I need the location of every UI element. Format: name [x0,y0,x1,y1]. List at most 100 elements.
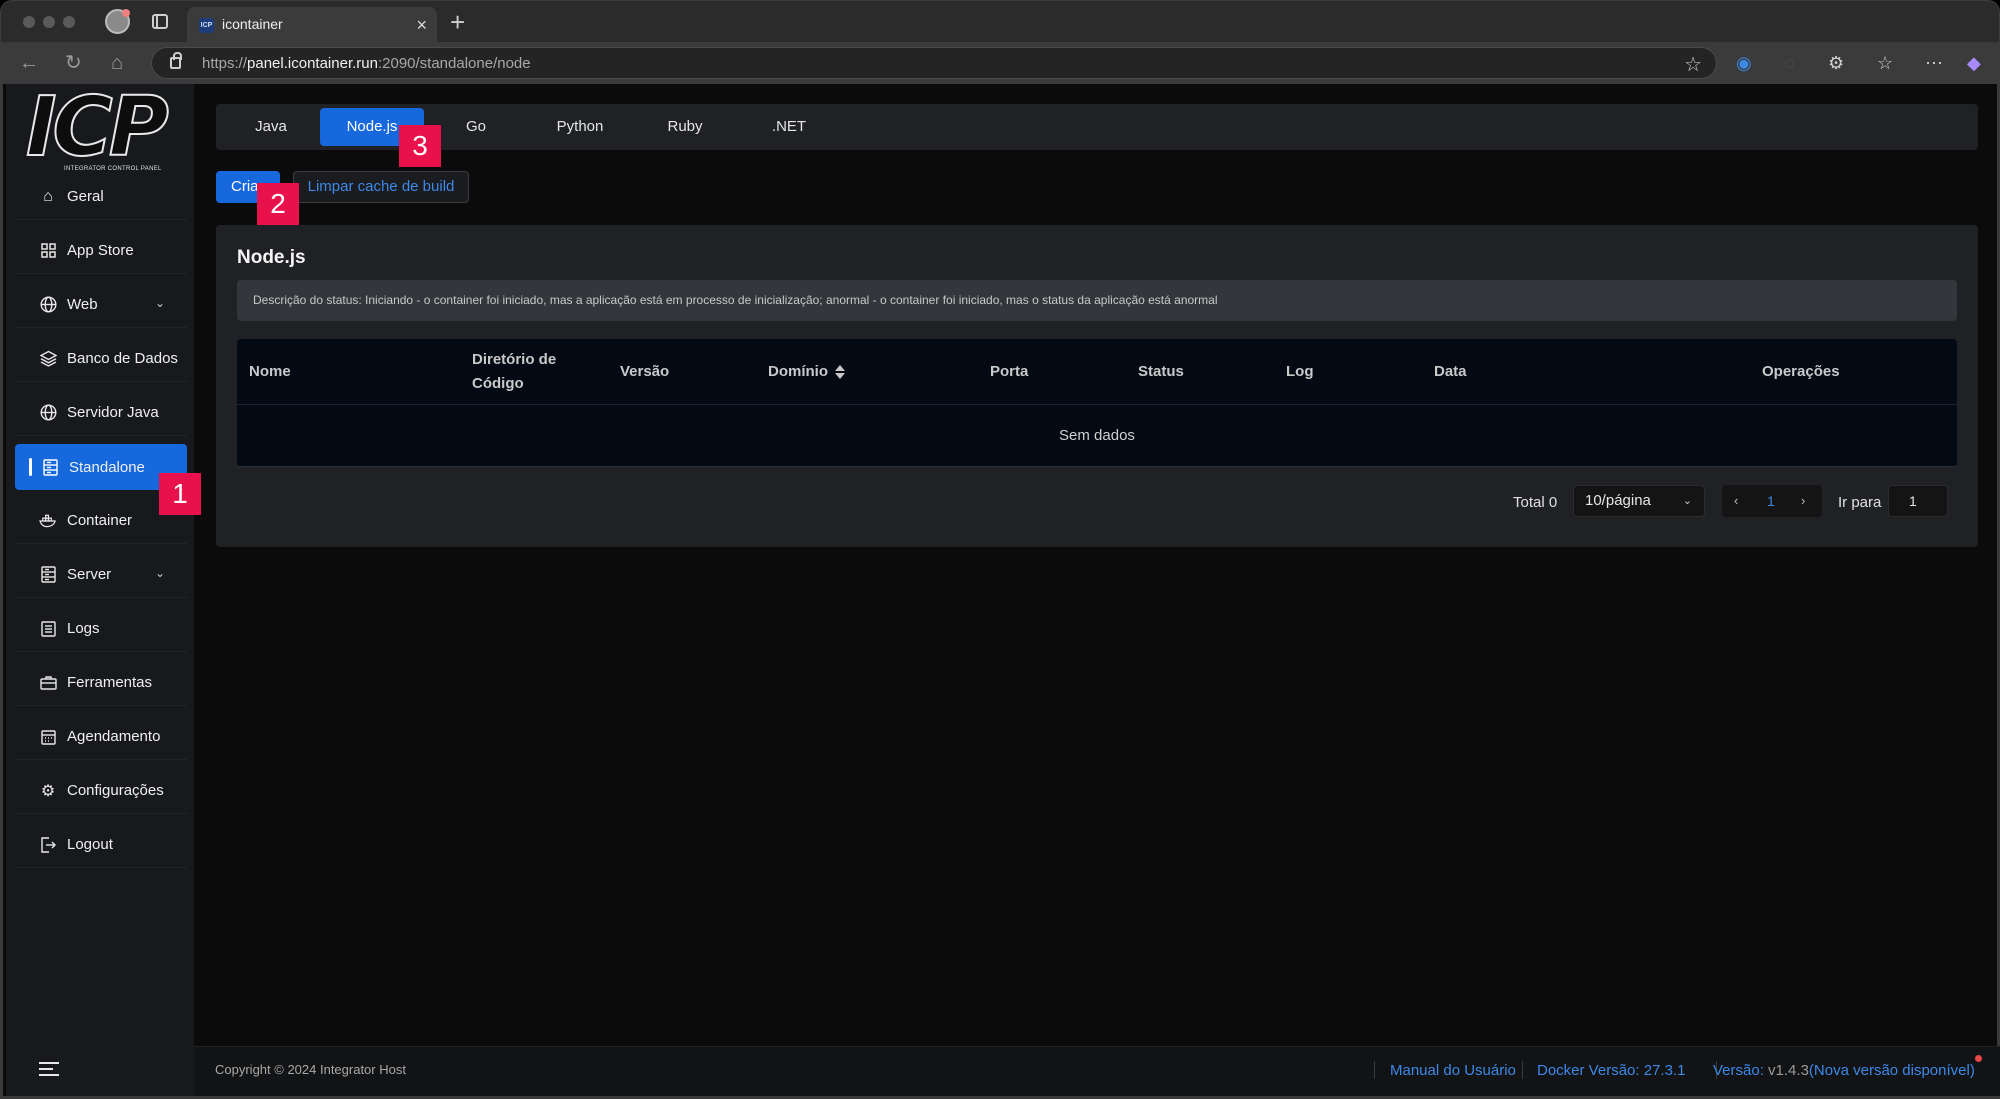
sidebar-item-app-store[interactable]: App Store [15,228,187,274]
sidebar-item-label: Configurações [67,782,164,799]
status-description: Descrição do status: Iniciando - o conta… [237,280,1957,321]
new-tab-icon[interactable]: + [450,7,465,37]
sidebar-item-logs[interactable]: Logs [15,606,187,652]
sidebar-item-label: Server [67,566,112,583]
sidebar-item-server[interactable]: Server ⌄ [15,552,187,598]
sidebar-item-label: Servidor Java [67,404,159,421]
tab-python[interactable]: Python [528,108,632,146]
sidebar: ICP INTEGRATOR CONTROL PANEL ⌂ Geral App… [6,79,194,1096]
column-header-dominio[interactable]: Domínio [768,339,888,404]
address-bar[interactable]: https://panel.icontainer.run:2090/standa… [151,47,1717,79]
column-header-status: Status [1138,362,1184,380]
column-header-data: Data [1434,362,1467,380]
column-header-operacoes: Operações [1762,362,1840,380]
reload-icon[interactable]: ↻ [65,51,82,75]
globe-icon [39,404,57,422]
docker-version-link[interactable]: Docker Versão: 27.3.1 [1537,1062,1685,1079]
copilot-icon[interactable]: ◆ [1967,52,1981,74]
sidebar-item-label: Standalone [69,458,145,476]
user-manual-link[interactable]: Manual do Usuário [1390,1062,1516,1079]
update-notification-dot [1975,1055,1982,1062]
sidebar-item-label: Container [67,512,133,529]
page-size-select[interactable]: 10/página ⌄ [1573,485,1705,517]
sidebar-item-label: Logout [67,836,113,853]
app-window: ICP INTEGRATOR CONTROL PANEL ⌂ Geral App… [0,79,2000,1099]
extensions-icon[interactable]: ⚙ [1828,52,1844,74]
favorites-icon[interactable]: ☆ [1877,52,1893,74]
annotation-badge-2: 2 [257,183,299,225]
language-tabs: Java Node.js Go Python Ruby .NET [216,104,1978,150]
column-header-log: Log [1286,362,1314,380]
footer: Copyright © 2024 Integrator Host Manual … [194,1046,2000,1096]
browser-tab[interactable]: ICP icontainer × [187,7,437,43]
clear-build-cache-button[interactable]: Limpar cache de build [293,171,469,203]
globe-icon [39,296,57,314]
column-header-dominio-label: Domínio [768,362,828,380]
sidebar-item-geral[interactable]: ⌂ Geral [15,174,187,220]
sidebar-item-label: Banco de Dados [67,350,178,367]
prev-page-icon[interactable]: ‹ [1734,485,1738,517]
tab-close-icon[interactable]: × [416,13,427,37]
sidebar-item-logout[interactable]: Logout [15,822,187,868]
column-header-porta: Porta [990,362,1029,380]
list-icon [39,620,57,638]
grid-icon [39,242,57,260]
next-page-icon[interactable]: › [1801,485,1805,517]
logout-icon [39,836,57,854]
sidebar-item-label: Web [67,296,98,313]
sidebar-item-configuracoes[interactable]: ⚙ Configurações [15,768,187,814]
sidebar-item-label: Logs [67,620,100,637]
sidebar-item-banco-de-dados[interactable]: Banco de Dados [15,336,187,382]
page-size-value: 10/página [1585,492,1651,509]
more-options-icon[interactable]: ⋯ [1925,52,1943,74]
url-text[interactable]: https://panel.icontainer.run:2090/standa… [202,55,531,72]
browser-tab-bar: ICP icontainer × + [0,0,2000,43]
tab-ruby[interactable]: Ruby [633,108,737,146]
window-close-dot[interactable] [23,16,35,28]
pagination-total: Total 0 [1513,494,1558,511]
window-zoom-dot[interactable] [63,16,75,28]
lock-icon[interactable] [170,52,182,69]
tab-java[interactable]: Java [219,108,323,146]
sidebar-item-agendamento[interactable]: Agendamento [15,714,187,760]
home-icon[interactable]: ⌂ [111,51,123,75]
gear-icon: ⚙ [40,782,56,800]
home-icon: ⌂ [43,187,53,205]
sidebar-item-ferramentas[interactable]: Ferramentas [15,660,187,706]
chevron-down-icon: ⌄ [1682,495,1692,507]
sidebar-item-servidor-java[interactable]: Servidor Java [15,390,187,436]
back-icon[interactable]: ← [19,51,39,75]
chevron-down-icon: ⌄ [154,296,165,310]
collapse-menu-icon[interactable] [39,1062,59,1078]
favorite-star-icon[interactable]: ☆ [1684,52,1702,77]
sidebar-item-label: Geral [67,188,104,205]
pagination: ‹ 1 › [1722,485,1822,517]
sidebar-item-label: Agendamento [67,728,161,745]
logo-mark: ICP [25,79,170,176]
goto-page-input[interactable]: 1 [1888,485,1948,517]
empty-state-text: Sem dados [237,405,1957,467]
toolbox-icon [39,674,57,692]
page-number-current[interactable]: 1 [1767,485,1775,517]
nodejs-card: Node.js Descrição do status: Iniciando -… [216,225,1978,547]
browser-toolbar: ← ↻ ⌂ https://panel.icontainer.run:2090/… [0,42,2000,84]
docker-icon [39,512,57,530]
panel-version[interactable]: Versão: v1.4.3(Nova versão disponível) [1713,1062,1975,1079]
logo: ICP INTEGRATOR CONTROL PANEL [20,79,190,176]
copyright-text: Copyright © 2024 Integrator Host [215,1062,406,1077]
logo-subtitle: INTEGRATOR CONTROL PANEL [64,166,162,172]
column-header-nome: Nome [249,362,291,380]
sort-icon[interactable] [835,364,845,379]
tab-dotnet[interactable]: .NET [737,108,841,146]
extension-disabled-icon[interactable]: ◌ [1784,52,1795,74]
apps-table: Nome Diretório de Código Versão Domínio … [237,339,1957,467]
goto-label: Ir para [1838,494,1882,511]
sidebar-item-web[interactable]: Web ⌄ [15,282,187,328]
sidebar-item-label: Ferramentas [67,674,153,691]
extension-sync-icon[interactable]: ◉ [1736,52,1752,74]
favicon-icon: ICP [199,18,214,33]
footer-divider [1374,1061,1375,1079]
window-minimize-dot[interactable] [43,16,55,28]
tab-actions-icon[interactable] [152,14,168,29]
chevron-down-icon: ⌄ [154,566,165,580]
